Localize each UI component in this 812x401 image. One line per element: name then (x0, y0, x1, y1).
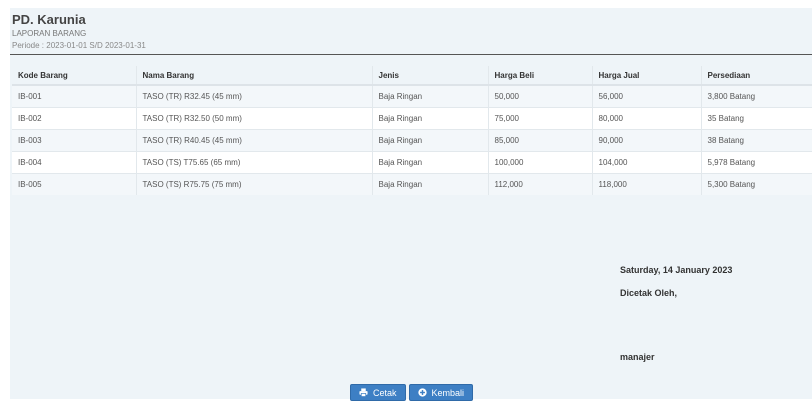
column-header-jenis: Jenis (371, 66, 488, 86)
print-date: Saturday, 14 January 2023 (620, 265, 733, 275)
cell-kode: IB-002 (12, 107, 136, 130)
cell-nama: TASO (TR) R32.45 (45 mm) (135, 84, 372, 108)
cell-nama: TASO (TS) R75.75 (75 mm) (135, 173, 372, 195)
back-button-label: Kembali (431, 387, 465, 398)
cell-harga-jual: 104,000 (591, 151, 701, 174)
column-header-kode: Kode Barang (12, 66, 136, 86)
cell-harga-beli: 112,000 (487, 173, 592, 195)
table-row: IB-004 TASO (TS) T75.65 (65 mm) Baja Rin… (12, 151, 812, 174)
cell-harga-beli: 75,000 (487, 107, 592, 130)
cell-harga-jual: 118,000 (591, 173, 701, 195)
report-page: PD. Karunia LAPORAN BARANG Periode : 202… (10, 8, 812, 401)
cell-jenis: Baja Ringan (371, 151, 488, 174)
column-header-nama: Nama Barang (135, 66, 372, 86)
cell-harga-beli: 50,000 (487, 84, 592, 108)
cell-nama: TASO (TR) R40.45 (45 mm) (135, 129, 372, 152)
cell-kode: IB-001 (12, 84, 136, 108)
column-header-harga-beli: Harga Beli (487, 66, 592, 86)
cell-persediaan: 35 Batang (700, 107, 812, 130)
table-header-row: Kode Barang Nama Barang Jenis Harga Beli… (12, 66, 812, 86)
print-button-label: Cetak (373, 387, 397, 398)
printed-by-label: Dicetak Oleh, (620, 288, 678, 298)
cell-persediaan: 5,978 Batang (700, 151, 812, 174)
plus-circle-icon (417, 388, 427, 397)
report-period: Periode : 2023-01-01 S/D 2023-01-31 (12, 41, 146, 50)
cell-jenis: Baja Ringan (371, 129, 488, 152)
cell-persediaan: 5,300 Batang (700, 173, 812, 195)
table-row: IB-005 TASO (TS) R75.75 (75 mm) Baja Rin… (12, 173, 812, 195)
printer-icon (359, 388, 368, 397)
cell-persediaan: 38 Batang (700, 129, 812, 152)
print-button[interactable]: Cetak (350, 384, 406, 401)
report-title: LAPORAN BARANG (12, 29, 87, 38)
cell-jenis: Baja Ringan (371, 173, 488, 195)
cell-harga-jual: 90,000 (591, 129, 701, 152)
column-header-harga-jual: Harga Jual (591, 66, 701, 86)
cell-nama: TASO (TS) T75.65 (65 mm) (135, 151, 372, 174)
header-divider (10, 54, 812, 55)
cell-harga-beli: 100,000 (487, 151, 592, 174)
cell-kode: IB-003 (12, 129, 136, 152)
cell-kode: IB-005 (12, 173, 136, 195)
company-name: PD. Karunia (12, 12, 86, 27)
report-header: PD. Karunia LAPORAN BARANG Periode : 202… (12, 12, 812, 51)
action-buttons: Cetak Kembali (350, 384, 474, 401)
signer-name: manajer (620, 352, 655, 362)
items-table: Kode Barang Nama Barang Jenis Harga Beli… (12, 66, 812, 195)
table-row: IB-002 TASO (TR) R32.50 (50 mm) Baja Rin… (12, 107, 812, 130)
cell-jenis: Baja Ringan (371, 84, 488, 108)
back-button[interactable]: Kembali (408, 384, 474, 401)
cell-kode: IB-004 (12, 151, 136, 174)
cell-harga-jual: 80,000 (591, 107, 701, 130)
cell-jenis: Baja Ringan (371, 107, 488, 130)
cell-harga-jual: 56,000 (591, 84, 701, 108)
column-header-persediaan: Persediaan (700, 66, 812, 86)
cell-nama: TASO (TR) R32.50 (50 mm) (135, 107, 372, 130)
table-row: IB-003 TASO (TR) R40.45 (45 mm) Baja Rin… (12, 129, 812, 152)
cell-harga-beli: 85,000 (487, 129, 592, 152)
table-row: IB-001 TASO (TR) R32.45 (45 mm) Baja Rin… (12, 84, 812, 108)
cell-persediaan: 3,800 Batang (700, 84, 812, 108)
